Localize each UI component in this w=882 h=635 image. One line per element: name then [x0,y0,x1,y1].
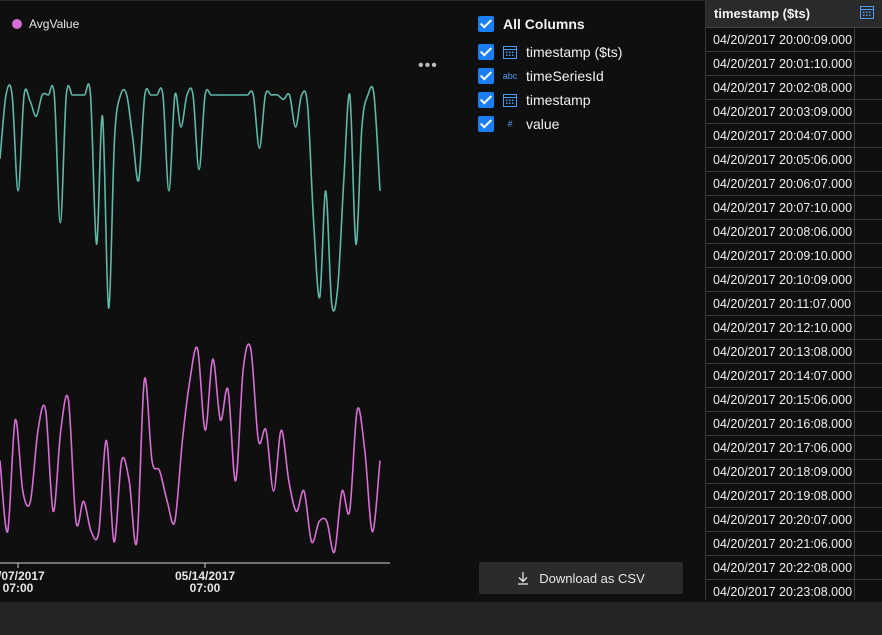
x-tick-label-time: 07:00 [3,581,34,595]
all-columns-label: All Columns [503,16,585,32]
table-row[interactable]: 04/20/2017 20:09:10.000 [706,244,882,268]
table-row[interactable]: 04/20/2017 20:18:09.000 [706,460,882,484]
number-type-icon: # [507,119,513,129]
x-axis-ticks: 5/07/201707:0005/14/201707:00 [0,563,235,595]
table-row[interactable]: 04/20/2017 20:08:06.000 [706,220,882,244]
legend-label: AvgValue [29,17,80,31]
table-row[interactable]: 04/20/2017 20:19:08.000 [706,484,882,508]
table-row[interactable]: 04/20/2017 20:11:07.000 [706,292,882,316]
chart-legend[interactable]: AvgValue [12,17,79,31]
series-line-teal [0,83,381,312]
column-selector: All Columns timestamp ($ts) abc timeSeri… [478,12,688,136]
download-label: Download as CSV [539,570,645,586]
table-row[interactable]: 04/20/2017 20:15:06.000 [706,388,882,412]
text-type-icon: abc [502,71,518,81]
checkbox-checked-icon[interactable] [478,68,494,84]
column-item-timeseriesid[interactable]: abc timeSeriesId [478,64,688,88]
table-row[interactable]: 04/20/2017 20:07:10.000 [706,196,882,220]
line-chart[interactable]: 5/07/201707:0005/14/201707:00 AvgValue [0,0,395,600]
legend-color-dot [12,19,22,29]
table-row[interactable]: 04/20/2017 20:05:06.000 [706,148,882,172]
column-item-timestamp-ts[interactable]: timestamp ($ts) [478,40,688,64]
column-label: timestamp ($ts) [526,44,623,60]
download-icon [518,572,529,585]
calendar-icon [502,44,518,60]
column-label: timeSeriesId [526,68,604,84]
checkbox-checked-icon[interactable] [478,44,494,60]
calendar-icon [502,92,518,108]
column-item-value[interactable]: # value [478,112,688,136]
table-row[interactable]: 04/20/2017 20:17:06.000 [706,436,882,460]
series-line-avgvalue [0,343,381,554]
x-tick-label-time: 07:00 [190,581,221,595]
chart-canvas[interactable]: 5/07/201707:0005/14/201707:00 [0,0,395,600]
checkbox-checked-icon[interactable] [478,16,494,32]
status-bar [0,602,882,635]
table-row[interactable]: 04/20/2017 20:06:07.000 [706,172,882,196]
checkbox-checked-icon[interactable] [478,116,494,132]
column-label: timestamp [526,92,591,108]
table-row[interactable]: 04/20/2017 20:10:09.000 [706,268,882,292]
table-row[interactable]: 04/20/2017 20:22:08.000 [706,556,882,580]
calendar-icon [859,4,875,23]
data-table[interactable]: timestamp ($ts) 04/20/2017 20:00:09.000 0… [705,0,882,600]
table-row[interactable]: 04/20/2017 20:02:08.000 [706,76,882,100]
column-item-timestamp[interactable]: timestamp [478,88,688,112]
all-columns-toggle[interactable]: All Columns [478,12,688,36]
column-header-label: timestamp ($ts) [714,6,811,21]
more-options-icon[interactable]: ••• [418,57,438,75]
column-header-timestamp-ts[interactable]: timestamp ($ts) [706,0,882,28]
table-row[interactable]: 04/20/2017 20:13:08.000 [706,340,882,364]
table-body: 04/20/2017 20:00:09.000 04/20/2017 20:01:… [706,28,882,600]
table-row[interactable]: 04/20/2017 20:01:10.000 [706,52,882,76]
table-row[interactable]: 04/20/2017 20:00:09.000 [706,28,882,52]
table-row[interactable]: 04/20/2017 20:04:07.000 [706,124,882,148]
table-row[interactable]: 04/20/2017 20:20:07.000 [706,508,882,532]
download-csv-button[interactable]: Download as CSV [479,562,683,594]
table-row[interactable]: 04/20/2017 20:03:09.000 [706,100,882,124]
table-row[interactable]: 04/20/2017 20:23:08.000 [706,580,882,600]
table-row[interactable]: 04/20/2017 20:12:10.000 [706,316,882,340]
table-row[interactable]: 04/20/2017 20:16:08.000 [706,412,882,436]
checkbox-checked-icon[interactable] [478,92,494,108]
table-row[interactable]: 04/20/2017 20:14:07.000 [706,364,882,388]
column-label: value [526,116,560,132]
table-row[interactable]: 04/20/2017 20:21:06.000 [706,532,882,556]
